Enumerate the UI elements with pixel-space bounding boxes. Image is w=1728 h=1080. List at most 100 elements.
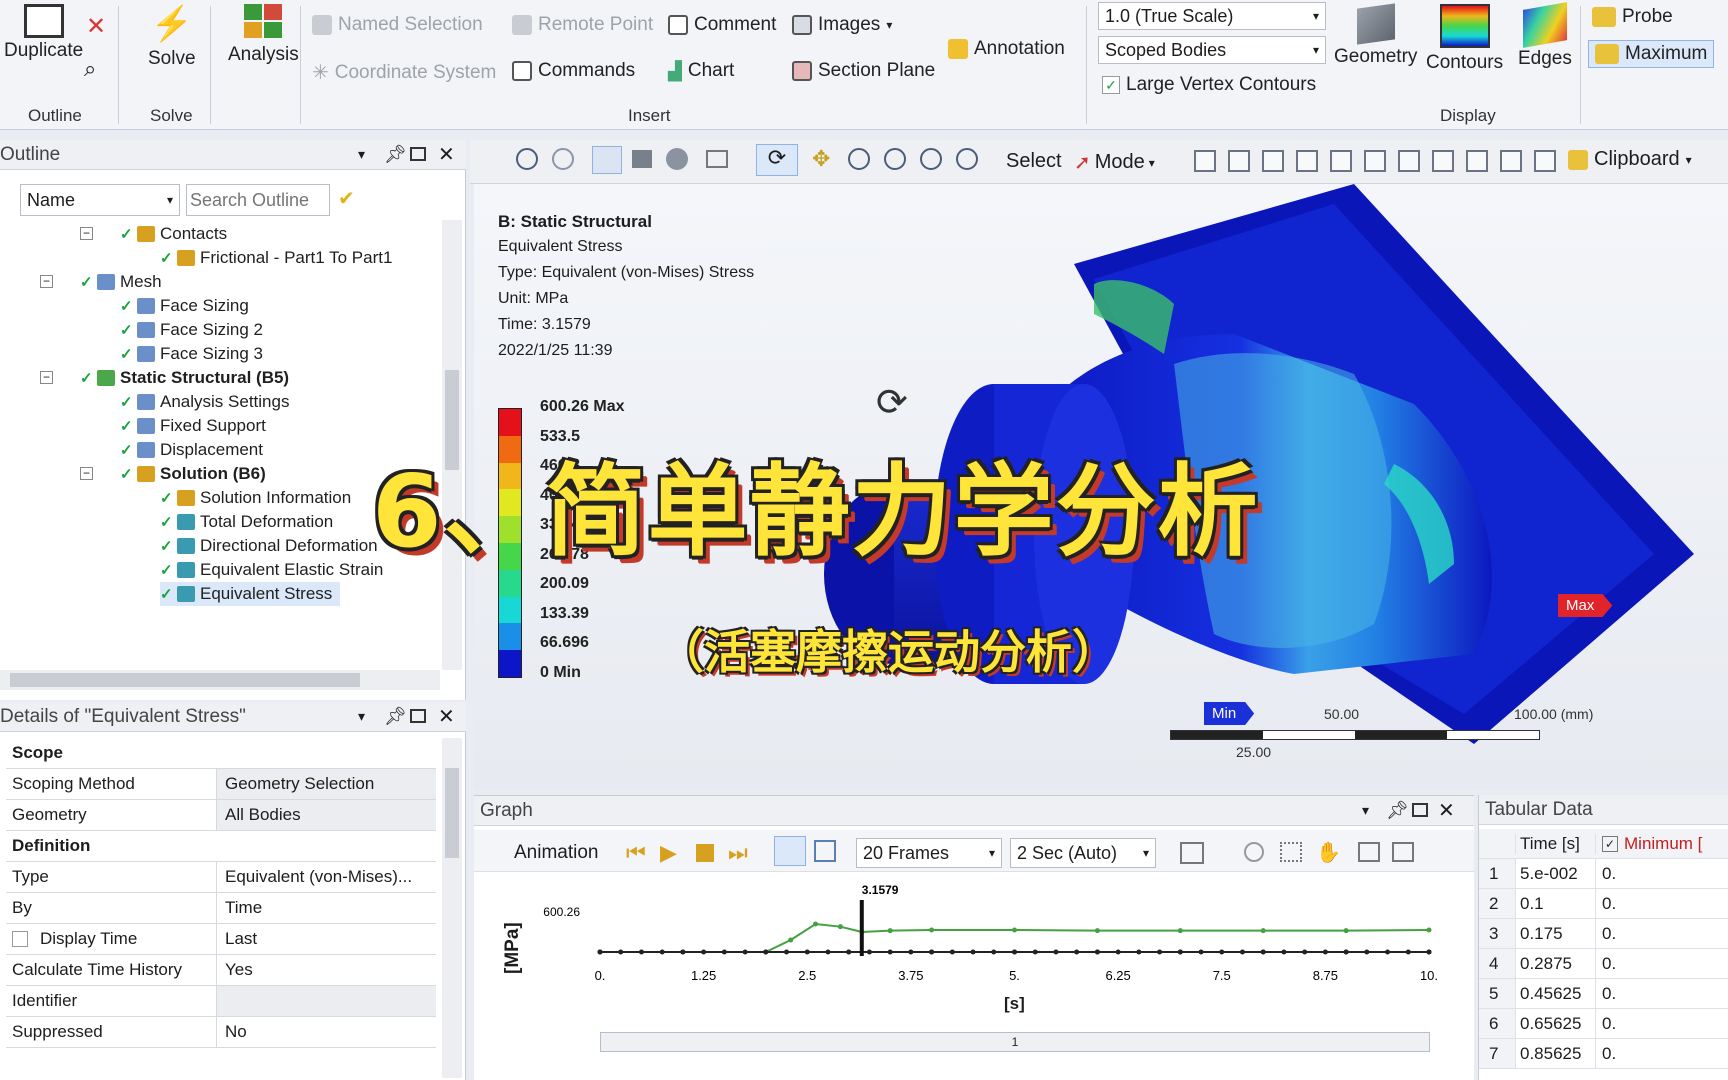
details-value[interactable]: Yes (216, 955, 436, 985)
selection-filter-icon[interactable] (1228, 150, 1250, 172)
col-time-header[interactable]: Time [s] (1515, 833, 1595, 854)
chevron-down-icon[interactable]: ▾ (358, 146, 365, 163)
pin-icon[interactable]: 📌︎ (384, 144, 407, 165)
chevron-down-icon[interactable]: ▾ (358, 708, 365, 725)
layout-alt-icon[interactable] (1392, 842, 1414, 862)
play-icon[interactable]: ▶ (660, 840, 677, 866)
wireframe-view-icon[interactable] (666, 148, 688, 170)
col-minimum-header[interactable]: ✓ Minimum [ (1595, 833, 1702, 854)
stop-icon[interactable] (696, 844, 714, 862)
tree-item[interactable]: ✓ Equivalent Elastic Strain (160, 558, 383, 582)
maximize-icon[interactable] (410, 709, 426, 723)
details-row[interactable]: Identifier (6, 986, 436, 1017)
table-row[interactable]: 6 0.65625 0. (1479, 1009, 1728, 1039)
chevron-down-icon[interactable]: ▾ (1362, 802, 1369, 819)
tree-item[interactable]: ✓ Static Structural (B5) (80, 366, 289, 390)
maximize-icon[interactable] (1412, 803, 1428, 817)
details-row[interactable]: Suppressed No (6, 1017, 436, 1048)
collapse-toggle-icon[interactable]: − (80, 467, 93, 480)
details-row[interactable]: Type Equivalent (von-Mises)... (6, 862, 436, 893)
tree-item[interactable]: ✓ Fixed Support (120, 414, 266, 438)
details-value[interactable]: No (216, 1017, 436, 1047)
close-icon[interactable]: ✕ (438, 142, 455, 167)
tree-item[interactable]: ✓ Displacement (120, 438, 263, 462)
coordinate-system-button[interactable]: ✳ Coordinate System (312, 60, 496, 85)
selection-filter-icon[interactable] (1296, 150, 1318, 172)
details-vscrollbar[interactable] (442, 738, 462, 1078)
details-row[interactable]: Scoping Method Geometry Selection (6, 769, 436, 800)
comment-button[interactable]: Comment (668, 14, 776, 36)
details-row[interactable]: By Time (6, 893, 436, 924)
tree-item[interactable]: ✓ Face Sizing (120, 294, 249, 318)
tree-item[interactable]: ✓ Face Sizing 3 (120, 342, 263, 366)
large-vertex-checkbox[interactable]: ✓ Large Vertex Contours (1102, 74, 1316, 96)
zoom-out-icon[interactable] (920, 148, 942, 170)
result-sets-icon[interactable] (814, 840, 836, 862)
name-combo[interactable]: Name ▾ (20, 184, 180, 216)
duration-combo[interactable]: 2 Sec (Auto) ▾ (1010, 838, 1156, 868)
tree-item[interactable]: ✓ Solution (B6) (120, 462, 266, 486)
pin-icon[interactable]: 📌︎ (384, 706, 407, 727)
table-row[interactable]: 2 0.1 0. (1479, 889, 1728, 919)
annotation-button[interactable]: Annotation (948, 38, 1065, 60)
table-row[interactable]: 7 0.85625 0. (1479, 1039, 1728, 1069)
named-selection-button[interactable]: Named Selection (312, 14, 483, 36)
maximum-button[interactable]: Maximum (1588, 40, 1715, 68)
section-plane-button[interactable]: Section Plane (792, 60, 935, 82)
collapse-toggle-icon[interactable]: − (80, 227, 93, 240)
zoom-box-icon[interactable] (552, 148, 574, 170)
collapse-toggle-icon[interactable]: − (40, 371, 53, 384)
details-row[interactable]: Geometry All Bodies (6, 800, 436, 831)
scoped-bodies-combo[interactable]: Scoped Bodies ▾ (1098, 36, 1326, 64)
selection-filter-icon[interactable] (1262, 150, 1284, 172)
analysis-button[interactable]: Analysis (228, 4, 299, 66)
scale-combo[interactable]: 1.0 (True Scale) ▾ (1098, 2, 1326, 30)
geometry-button[interactable]: Geometry (1334, 3, 1417, 68)
zoom-fit-icon[interactable] (516, 148, 538, 170)
grid-icon[interactable] (1280, 842, 1302, 862)
selection-filter-icon[interactable] (1364, 150, 1386, 172)
clipboard-button[interactable]: Clipboard ▾ (1568, 148, 1692, 171)
frames-combo[interactable]: 20 Frames ▾ (856, 838, 1002, 868)
images-button[interactable]: Images ▾ (792, 14, 892, 36)
probe-button[interactable]: Probe (1592, 6, 1673, 28)
details-row[interactable]: Calculate Time History Yes (6, 955, 436, 986)
rotate-icon[interactable]: ⟳ (756, 144, 798, 176)
search-icon[interactable]: ⌕ (84, 56, 96, 82)
collapse-toggle-icon[interactable]: − (40, 275, 53, 288)
selection-filter-icon[interactable] (1466, 150, 1488, 172)
selection-filter-icon[interactable] (1500, 150, 1522, 172)
tree-item[interactable]: ✓ Contacts (120, 222, 227, 246)
tree-item[interactable]: ✓ Total Deformation (160, 510, 333, 534)
layout-icon[interactable] (1358, 842, 1380, 862)
chart-button[interactable]: ▟ Chart (668, 60, 734, 82)
selection-filter-icon[interactable] (1398, 150, 1420, 172)
details-value[interactable]: All Bodies (216, 800, 436, 830)
search-outline-input[interactable] (186, 184, 330, 216)
table-row[interactable]: 1 5.e-002 0. (1479, 859, 1728, 889)
zoom-extents-icon[interactable] (956, 148, 978, 170)
table-row[interactable]: 3 0.175 0. (1479, 919, 1728, 949)
selection-filter-icon[interactable] (1432, 150, 1454, 172)
commands-button[interactable]: Commands (512, 60, 635, 82)
details-value[interactable]: Geometry Selection (216, 769, 436, 799)
tree-item[interactable]: ✓ Directional Deformation (160, 534, 378, 558)
tree-item[interactable]: ✓ Frictional - Part1 To Part1 (160, 246, 392, 270)
selection-filter-icon[interactable] (1330, 150, 1352, 172)
duplicate-button[interactable]: Duplicate (4, 4, 83, 62)
timeline-scrollbar[interactable]: 1 (600, 1032, 1430, 1052)
iso-view-icon[interactable] (592, 146, 622, 174)
section-view-icon[interactable] (706, 150, 728, 168)
pan-icon[interactable]: ✥ (812, 146, 830, 172)
selection-filter-icon[interactable] (1534, 150, 1556, 172)
tree-item[interactable]: ✓ Solution Information (160, 486, 351, 510)
details-value[interactable]: Equivalent (von-Mises)... (216, 862, 436, 892)
delete-icon[interactable]: ✕ (86, 12, 106, 41)
close-icon[interactable]: ✕ (438, 704, 455, 729)
tree-item[interactable]: ✓ Equivalent Stress (160, 582, 341, 606)
pin-icon[interactable]: 📌︎ (1386, 800, 1409, 821)
export-video-icon[interactable] (1180, 842, 1204, 864)
tree-item[interactable]: ✓ Analysis Settings (120, 390, 289, 414)
select-button[interactable]: Select (1006, 150, 1062, 173)
details-value[interactable]: Time (216, 893, 436, 923)
